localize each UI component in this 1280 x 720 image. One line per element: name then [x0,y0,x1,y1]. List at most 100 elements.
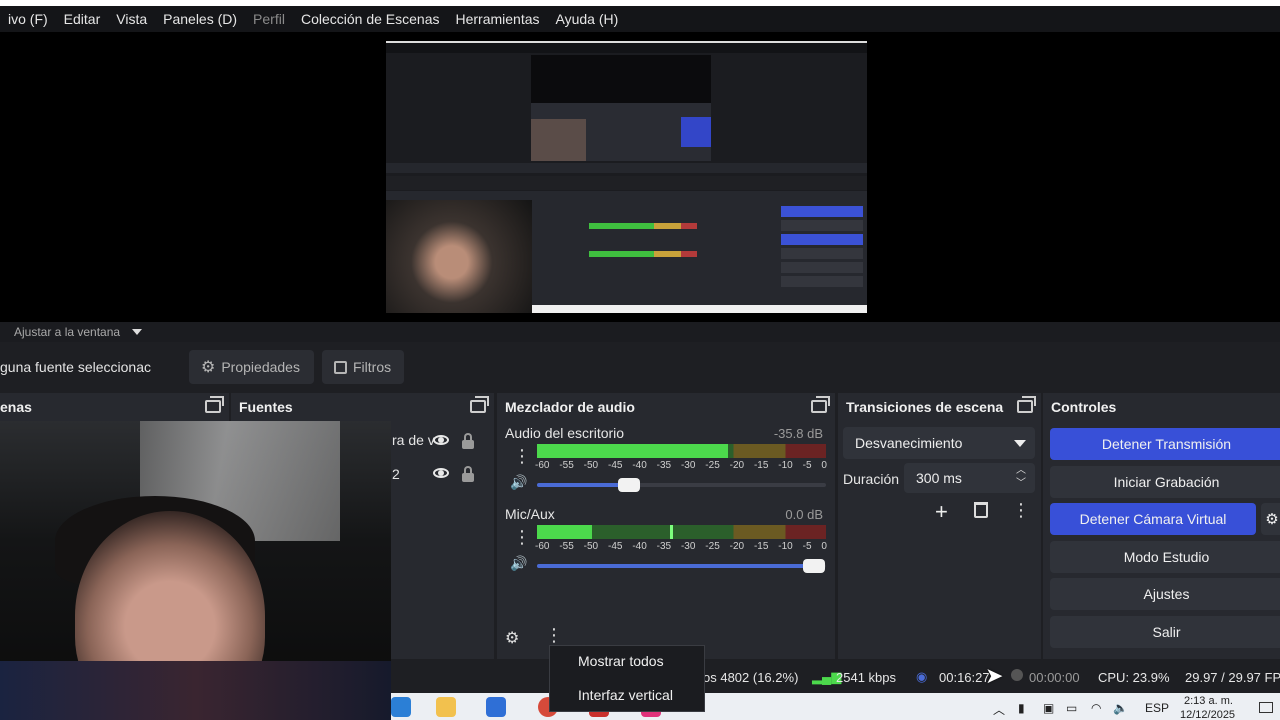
audio-mixer-title: Mezclador de audio [505,399,635,415]
speaker-icon[interactable]: 🔊 [510,474,527,491]
undock-icon[interactable] [205,396,224,413]
virtual-camera-settings-button[interactable]: ⚙ [1261,503,1280,535]
edge-app-icon[interactable] [391,697,411,717]
controls-title: Controles [1051,399,1117,415]
speaker-icon[interactable]: 🔊 [510,555,527,572]
file-explorer-icon[interactable] [436,697,456,717]
language-indicator[interactable]: ESP [1145,701,1169,715]
status-bar: os 4802 (16.2%) ▂▄▆ 2541 kbps ◉ 00:16:27… [391,661,1280,693]
channel-menu-icon[interactable]: ⋮ [513,447,531,465]
mixer-context-menu: Mostrar todos Interfaz vertical [549,645,705,712]
wifi-icon[interactable]: ◠ [1091,701,1101,715]
mixer-menu-icon[interactable]: ⋮ [545,625,563,646]
clock-time[interactable]: 2:13 a. m. [1184,695,1233,707]
menu-bar: ivo (F) Editar Vista Paneles (D) Perfil … [0,6,1280,32]
meter-tick-label: -5 [802,541,812,552]
spin-arrows-icon[interactable]: ︿ ﹀ [1016,464,1026,490]
meter-tick-label: -50 [583,460,599,471]
meter-tick-label: -40 [632,541,647,552]
menu-view[interactable]: Vista [108,11,155,27]
preview-nested-capture [386,41,867,313]
volume-meter [537,525,826,539]
meter-tick-label: -60 [535,541,550,552]
transition-select[interactable]: Desvanecimiento [843,427,1035,459]
scale-dropdown-caret-icon[interactable] [132,329,143,335]
meter-tick-label: -25 [705,541,720,552]
meter-tick-label: -20 [729,460,745,471]
store-app-icon[interactable] [486,697,506,717]
stop-streaming-button[interactable]: Detener Transmisión [1050,428,1280,460]
meter-tick-label: -5 [802,460,812,471]
meter-scale: -60 -55 -50 -45 -40 -35 -30 -25 -20 -15 -10 -5 0 [535,541,827,552]
advanced-audio-gear-icon[interactable]: ⚙ [505,628,519,648]
source-item-label[interactable]: 2 [392,466,400,482]
streaming-indicator-icon: ◉ [916,669,928,684]
transition-menu-icon[interactable]: ⋮ [1012,500,1030,521]
lock-icon[interactable] [462,433,474,449]
fps-readout: 29.97 / 29.97 FP [1185,670,1280,685]
windows-taskbar: ︿ ▮ ▣ ▭ ◠ 🔈 ESP 2:13 a. m. 12/12/2025 [391,693,1280,720]
filters-button[interactable]: Filtros [322,350,404,384]
meter-tick-label: -60 [535,460,550,471]
battery-icon[interactable]: ▭ [1066,701,1077,715]
meter-tick-label: 0 [821,541,827,552]
duration-label: Duración [843,471,900,487]
settings-button[interactable]: Ajustes [1050,578,1280,610]
duration-spinbox[interactable]: 300 ms ︿ ﹀ [904,463,1035,493]
visibility-eye-icon[interactable] [433,435,449,445]
menu-edit[interactable]: Editar [56,11,109,27]
source-item-label[interactable]: ra de v [392,432,435,448]
exit-button[interactable]: Salir [1050,616,1280,648]
preview-toolbar: Ajustar a la ventana [0,322,1280,342]
undock-icon[interactable] [470,396,489,413]
scale-label[interactable]: Ajustar a la ventana [14,325,120,339]
stop-virtual-camera-button[interactable]: Detener Cámara Virtual [1050,503,1256,535]
transition-select-value: Desvanecimiento [855,435,963,451]
meter-tick-label: -45 [607,460,623,471]
mixer-channel-desktop: Audio del escritorio -35.8 dB ⋮ -60 -55 -5… [497,421,833,501]
undock-icon[interactable] [811,396,830,413]
meter-tick-label: -30 [680,541,696,552]
menu-item-show-all[interactable]: Mostrar todos [578,653,664,669]
studio-mode-button[interactable]: Modo Estudio [1050,541,1280,573]
add-transition-icon[interactable]: + [935,499,948,525]
network-icon[interactable]: ▣ [1043,701,1054,715]
menu-docks[interactable]: Paneles (D) [155,11,245,27]
menu-item-vertical-layout[interactable]: Interfaz vertical [578,687,673,703]
meter-tick-label: -20 [729,541,745,552]
meter-tick-label: -50 [583,541,599,552]
clock-date[interactable]: 12/12/2025 [1180,709,1235,720]
undock-icon[interactable] [1017,396,1036,413]
meter-tick-label: -30 [680,460,696,471]
start-recording-label: Iniciar Grabación [1113,474,1220,490]
menu-tools[interactable]: Herramientas [447,11,547,27]
visibility-eye-icon[interactable] [433,468,449,478]
stop-virtual-camera-label: Detener Cámara Virtual [1079,511,1227,527]
meter-tick-label: -10 [778,541,793,552]
filters-button-label: Filtros [353,359,392,375]
volume-slider[interactable] [537,559,826,573]
tray-chevron-icon[interactable]: ︿ [993,701,1005,718]
channel-name: Audio del escritorio [505,425,625,441]
program-preview[interactable] [0,32,1280,322]
start-recording-button[interactable]: Iniciar Grabación [1050,466,1280,498]
lock-icon[interactable] [462,466,474,482]
notifications-icon[interactable] [1259,702,1273,713]
menu-scene-collection[interactable]: Colección de Escenas [293,11,448,27]
meter-tick-label: -10 [778,460,793,471]
menu-help[interactable]: Ayuda (H) [548,11,627,27]
meter-tick-label: -15 [753,460,769,471]
chevron-down-icon [1014,440,1026,447]
meter-tick-label: -25 [705,460,720,471]
delete-transition-icon[interactable] [974,502,988,518]
mixer-channel-mic: Mic/Aux 0.0 dB ⋮ -60 -55 -50 -45 -40 -35 -30 -2… [497,501,833,581]
menu-profile: Perfil [253,11,285,27]
volume-slider[interactable] [537,478,826,492]
meter-tick-label: -35 [656,541,672,552]
menu-file[interactable]: ivo (F) [0,11,56,27]
settings-label: Ajustes [1143,586,1190,602]
volume-icon[interactable]: 🔈 [1113,701,1128,715]
channel-menu-icon[interactable]: ⋮ [513,528,531,546]
properties-button[interactable]: ⚙ Propiedades [189,350,314,384]
stop-streaming-label: Detener Transmisión [1101,436,1232,452]
